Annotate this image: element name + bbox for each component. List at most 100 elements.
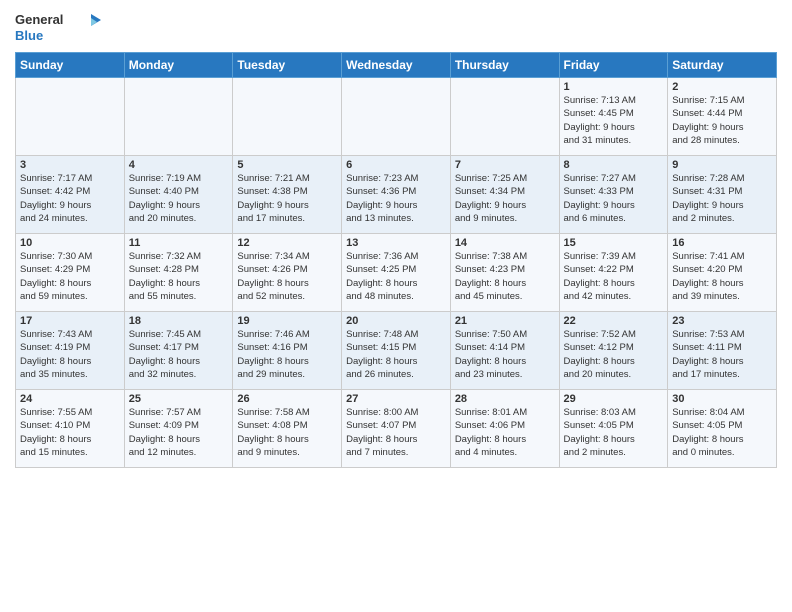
weekday-header: Thursday: [450, 53, 559, 78]
calendar-week-row: 17Sunrise: 7:43 AM Sunset: 4:19 PM Dayli…: [16, 312, 777, 390]
calendar-cell: 28Sunrise: 8:01 AM Sunset: 4:06 PM Dayli…: [450, 390, 559, 468]
calendar-cell: 21Sunrise: 7:50 AM Sunset: 4:14 PM Dayli…: [450, 312, 559, 390]
day-info: Sunrise: 7:38 AM Sunset: 4:23 PM Dayligh…: [455, 250, 555, 303]
day-number: 22: [564, 315, 664, 327]
day-number: 29: [564, 393, 664, 405]
calendar-cell: 24Sunrise: 7:55 AM Sunset: 4:10 PM Dayli…: [16, 390, 125, 468]
day-number: 18: [129, 315, 229, 327]
logo: GeneralBlue: [15, 10, 105, 46]
calendar-cell: 11Sunrise: 7:32 AM Sunset: 4:28 PM Dayli…: [124, 234, 233, 312]
calendar-cell: 18Sunrise: 7:45 AM Sunset: 4:17 PM Dayli…: [124, 312, 233, 390]
day-number: 3: [20, 159, 120, 171]
svg-text:Blue: Blue: [15, 28, 43, 43]
day-number: 9: [672, 159, 772, 171]
day-info: Sunrise: 7:32 AM Sunset: 4:28 PM Dayligh…: [129, 250, 229, 303]
day-number: 4: [129, 159, 229, 171]
day-number: 20: [346, 315, 446, 327]
day-info: Sunrise: 8:03 AM Sunset: 4:05 PM Dayligh…: [564, 406, 664, 459]
day-info: Sunrise: 7:17 AM Sunset: 4:42 PM Dayligh…: [20, 172, 120, 225]
day-number: 15: [564, 237, 664, 249]
day-info: Sunrise: 7:57 AM Sunset: 4:09 PM Dayligh…: [129, 406, 229, 459]
calendar-cell: 4Sunrise: 7:19 AM Sunset: 4:40 PM Daylig…: [124, 156, 233, 234]
day-info: Sunrise: 7:34 AM Sunset: 4:26 PM Dayligh…: [237, 250, 337, 303]
day-number: 8: [564, 159, 664, 171]
day-info: Sunrise: 7:23 AM Sunset: 4:36 PM Dayligh…: [346, 172, 446, 225]
calendar-cell: 19Sunrise: 7:46 AM Sunset: 4:16 PM Dayli…: [233, 312, 342, 390]
calendar-week-row: 3Sunrise: 7:17 AM Sunset: 4:42 PM Daylig…: [16, 156, 777, 234]
day-info: Sunrise: 7:39 AM Sunset: 4:22 PM Dayligh…: [564, 250, 664, 303]
day-number: 23: [672, 315, 772, 327]
day-info: Sunrise: 7:41 AM Sunset: 4:20 PM Dayligh…: [672, 250, 772, 303]
day-info: Sunrise: 7:15 AM Sunset: 4:44 PM Dayligh…: [672, 94, 772, 147]
day-info: Sunrise: 7:50 AM Sunset: 4:14 PM Dayligh…: [455, 328, 555, 381]
calendar-container: GeneralBlue SundayMondayTuesdayWednesday…: [0, 0, 792, 473]
day-number: 5: [237, 159, 337, 171]
day-number: 13: [346, 237, 446, 249]
day-number: 24: [20, 393, 120, 405]
day-number: 11: [129, 237, 229, 249]
day-number: 26: [237, 393, 337, 405]
day-number: 21: [455, 315, 555, 327]
weekday-header: Sunday: [16, 53, 125, 78]
calendar-cell: 10Sunrise: 7:30 AM Sunset: 4:29 PM Dayli…: [16, 234, 125, 312]
calendar-cell: 26Sunrise: 7:58 AM Sunset: 4:08 PM Dayli…: [233, 390, 342, 468]
calendar-header: SundayMondayTuesdayWednesdayThursdayFrid…: [16, 53, 777, 78]
day-number: 7: [455, 159, 555, 171]
calendar-cell: 6Sunrise: 7:23 AM Sunset: 4:36 PM Daylig…: [342, 156, 451, 234]
weekday-header: Saturday: [668, 53, 777, 78]
calendar-cell: 13Sunrise: 7:36 AM Sunset: 4:25 PM Dayli…: [342, 234, 451, 312]
day-info: Sunrise: 7:21 AM Sunset: 4:38 PM Dayligh…: [237, 172, 337, 225]
weekday-header: Wednesday: [342, 53, 451, 78]
calendar-cell: 2Sunrise: 7:15 AM Sunset: 4:44 PM Daylig…: [668, 78, 777, 156]
day-info: Sunrise: 7:46 AM Sunset: 4:16 PM Dayligh…: [237, 328, 337, 381]
day-number: 12: [237, 237, 337, 249]
calendar-cell: 16Sunrise: 7:41 AM Sunset: 4:20 PM Dayli…: [668, 234, 777, 312]
day-info: Sunrise: 7:52 AM Sunset: 4:12 PM Dayligh…: [564, 328, 664, 381]
day-info: Sunrise: 7:27 AM Sunset: 4:33 PM Dayligh…: [564, 172, 664, 225]
calendar-cell: 15Sunrise: 7:39 AM Sunset: 4:22 PM Dayli…: [559, 234, 668, 312]
calendar-cell: 30Sunrise: 8:04 AM Sunset: 4:05 PM Dayli…: [668, 390, 777, 468]
day-number: 30: [672, 393, 772, 405]
day-info: Sunrise: 7:58 AM Sunset: 4:08 PM Dayligh…: [237, 406, 337, 459]
day-number: 14: [455, 237, 555, 249]
day-number: 6: [346, 159, 446, 171]
day-number: 28: [455, 393, 555, 405]
calendar-cell: [124, 78, 233, 156]
header: GeneralBlue: [15, 10, 777, 46]
calendar-cell: 14Sunrise: 7:38 AM Sunset: 4:23 PM Dayli…: [450, 234, 559, 312]
day-info: Sunrise: 8:01 AM Sunset: 4:06 PM Dayligh…: [455, 406, 555, 459]
day-info: Sunrise: 7:28 AM Sunset: 4:31 PM Dayligh…: [672, 172, 772, 225]
day-info: Sunrise: 7:13 AM Sunset: 4:45 PM Dayligh…: [564, 94, 664, 147]
calendar-week-row: 24Sunrise: 7:55 AM Sunset: 4:10 PM Dayli…: [16, 390, 777, 468]
calendar-week-row: 10Sunrise: 7:30 AM Sunset: 4:29 PM Dayli…: [16, 234, 777, 312]
day-info: Sunrise: 7:19 AM Sunset: 4:40 PM Dayligh…: [129, 172, 229, 225]
weekday-row: SundayMondayTuesdayWednesdayThursdayFrid…: [16, 53, 777, 78]
calendar-cell: 27Sunrise: 8:00 AM Sunset: 4:07 PM Dayli…: [342, 390, 451, 468]
day-number: 10: [20, 237, 120, 249]
weekday-header: Tuesday: [233, 53, 342, 78]
calendar-cell: 9Sunrise: 7:28 AM Sunset: 4:31 PM Daylig…: [668, 156, 777, 234]
day-info: Sunrise: 8:04 AM Sunset: 4:05 PM Dayligh…: [672, 406, 772, 459]
day-number: 17: [20, 315, 120, 327]
calendar-cell: 8Sunrise: 7:27 AM Sunset: 4:33 PM Daylig…: [559, 156, 668, 234]
day-info: Sunrise: 7:48 AM Sunset: 4:15 PM Dayligh…: [346, 328, 446, 381]
calendar-cell: 22Sunrise: 7:52 AM Sunset: 4:12 PM Dayli…: [559, 312, 668, 390]
day-number: 19: [237, 315, 337, 327]
calendar-cell: 12Sunrise: 7:34 AM Sunset: 4:26 PM Dayli…: [233, 234, 342, 312]
calendar-body: 1Sunrise: 7:13 AM Sunset: 4:45 PM Daylig…: [16, 78, 777, 468]
calendar-week-row: 1Sunrise: 7:13 AM Sunset: 4:45 PM Daylig…: [16, 78, 777, 156]
day-number: 27: [346, 393, 446, 405]
day-info: Sunrise: 7:30 AM Sunset: 4:29 PM Dayligh…: [20, 250, 120, 303]
calendar-cell: 5Sunrise: 7:21 AM Sunset: 4:38 PM Daylig…: [233, 156, 342, 234]
calendar-cell: [16, 78, 125, 156]
calendar-cell: 7Sunrise: 7:25 AM Sunset: 4:34 PM Daylig…: [450, 156, 559, 234]
weekday-header: Friday: [559, 53, 668, 78]
day-info: Sunrise: 7:36 AM Sunset: 4:25 PM Dayligh…: [346, 250, 446, 303]
calendar-cell: 29Sunrise: 8:03 AM Sunset: 4:05 PM Dayli…: [559, 390, 668, 468]
day-info: Sunrise: 7:55 AM Sunset: 4:10 PM Dayligh…: [20, 406, 120, 459]
logo-svg: GeneralBlue: [15, 10, 105, 46]
calendar-cell: 23Sunrise: 7:53 AM Sunset: 4:11 PM Dayli…: [668, 312, 777, 390]
day-info: Sunrise: 7:43 AM Sunset: 4:19 PM Dayligh…: [20, 328, 120, 381]
day-number: 1: [564, 81, 664, 93]
calendar-cell: 25Sunrise: 7:57 AM Sunset: 4:09 PM Dayli…: [124, 390, 233, 468]
